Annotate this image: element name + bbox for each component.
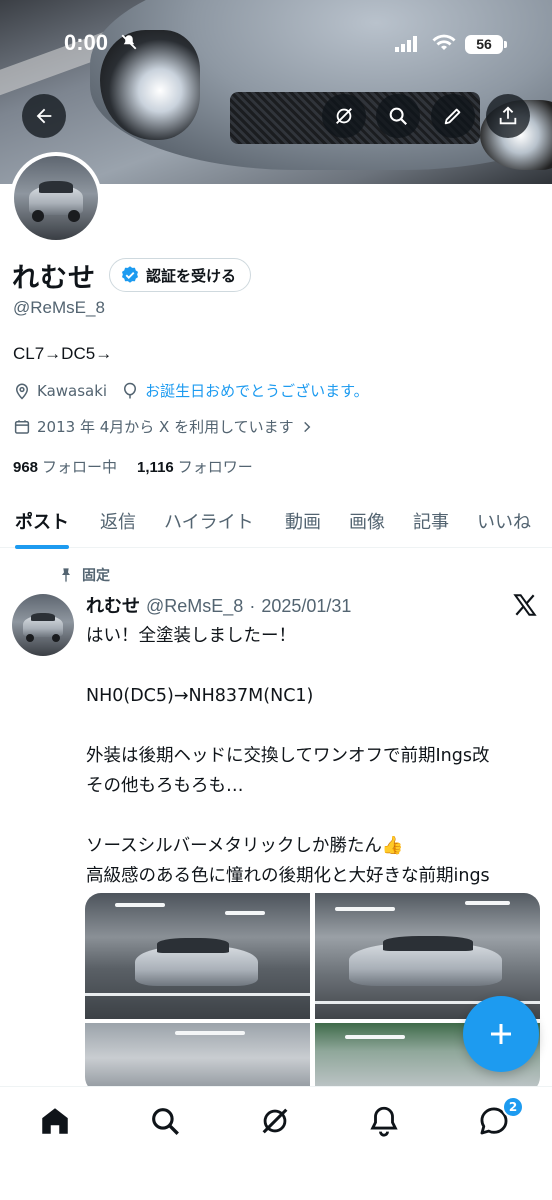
pinned-indicator: 固定 — [58, 565, 110, 585]
search-icon — [152, 1108, 179, 1135]
tab-highlights[interactable]: ハイライト — [164, 494, 254, 548]
tab-articles[interactable]: 記事 — [413, 494, 449, 548]
messages-badge: 2 — [502, 1096, 524, 1118]
follow-stats: 968 フォロー中 1,116 フォロワー — [13, 456, 253, 477]
tab-images[interactable]: 画像 — [349, 494, 385, 548]
profile-meta-row: Kawasaki お誕生日おめでとうございます。 — [13, 380, 369, 401]
followers-link[interactable]: 1,116 フォロワー — [137, 456, 253, 477]
status-time: 0:00 — [64, 30, 109, 55]
post-body-text: はい！全塗装しましたー！ NH0(DC5)→NH837M(NC1) 外装は後期ヘ… — [86, 626, 490, 916]
post-author-avatar[interactable] — [12, 594, 74, 656]
profile-avatar[interactable] — [10, 152, 102, 244]
post-author-handle[interactable]: @ReMsE_8 — [146, 596, 243, 617]
pin-icon — [62, 568, 70, 583]
bell-icon — [370, 1106, 398, 1137]
post-author-name[interactable]: れむせ — [86, 592, 140, 618]
calendar-icon — [14, 419, 30, 434]
profile-tabs: ポスト 返信 ハイライト 動画 画像 記事 いいね — [0, 494, 552, 549]
tab-videos[interactable]: 動画 — [285, 494, 321, 548]
following-count: 968 — [13, 459, 39, 476]
post-image[interactable] — [85, 1023, 310, 1093]
battery-indicator: 56 — [465, 35, 507, 54]
get-verified-button[interactable]: 認証を受ける — [109, 258, 252, 292]
tab-replies[interactable]: 返信 — [100, 494, 136, 548]
nav-notifications[interactable] — [367, 1104, 401, 1138]
bottom-navigation — [0, 1086, 552, 1200]
avatar-image — [12, 594, 74, 656]
tab-likes[interactable]: いいね — [477, 494, 531, 548]
profile-handle: @ReMsE_8 — [13, 298, 105, 317]
share-icon — [499, 106, 517, 125]
post-separator: · — [249, 596, 256, 616]
back-button[interactable] — [22, 94, 66, 138]
pinned-label: 固定 — [82, 568, 110, 584]
tab-posts[interactable]: ポスト — [15, 494, 69, 549]
following-link[interactable]: 968 フォロー中 — [13, 456, 117, 477]
followers-count: 1,116 — [137, 459, 174, 476]
bell-mute-icon — [121, 34, 137, 50]
balloon-icon — [124, 382, 137, 398]
post-date[interactable]: 2025/01/31 — [261, 596, 351, 617]
post-media-grid — [85, 893, 540, 1093]
cellular-signal-icon — [395, 36, 417, 52]
pencil-icon — [444, 108, 461, 125]
nav-home[interactable] — [38, 1104, 72, 1138]
compose-button[interactable] — [463, 996, 539, 1072]
plus-icon — [491, 1024, 511, 1044]
nav-search[interactable] — [148, 1104, 182, 1138]
location-pin-icon — [15, 383, 29, 400]
joined-date: 2013 年 4月から X を利用しています — [37, 418, 294, 436]
chevron-right-icon — [303, 421, 310, 432]
post-image[interactable] — [85, 893, 310, 1019]
home-icon — [42, 1108, 68, 1134]
share-button[interactable] — [486, 94, 530, 138]
grok-button[interactable] — [322, 94, 366, 138]
post-header: れむせ @ReMsE_8 · 2025/01/31 — [86, 592, 351, 618]
following-label: フォロー中 — [42, 458, 118, 476]
profile-bio: CL7→DC5→ — [13, 344, 113, 363]
verified-badge-icon — [122, 266, 138, 283]
status-bar: 0:00 56 — [0, 0, 552, 90]
joined-row[interactable]: 2013 年 4月から X を利用しています — [13, 416, 314, 437]
search-icon — [389, 107, 408, 126]
profile-name: れむせ — [12, 263, 96, 294]
nav-grok[interactable] — [258, 1104, 292, 1138]
profile-location: Kawasaki — [37, 381, 108, 400]
edit-button[interactable] — [431, 94, 475, 138]
wifi-icon — [432, 34, 456, 50]
grok-icon — [336, 108, 352, 124]
avatar-image — [14, 156, 98, 240]
x-logo-icon[interactable] — [512, 592, 538, 618]
search-button[interactable] — [376, 94, 420, 138]
arrow-left-icon — [36, 108, 52, 124]
grok-icon — [262, 1108, 288, 1134]
verify-button-label: 認証を受ける — [146, 266, 237, 285]
birthday-link[interactable]: お誕生日おめでとうございます。 — [145, 380, 369, 401]
followers-label: フォロワー — [177, 458, 253, 476]
